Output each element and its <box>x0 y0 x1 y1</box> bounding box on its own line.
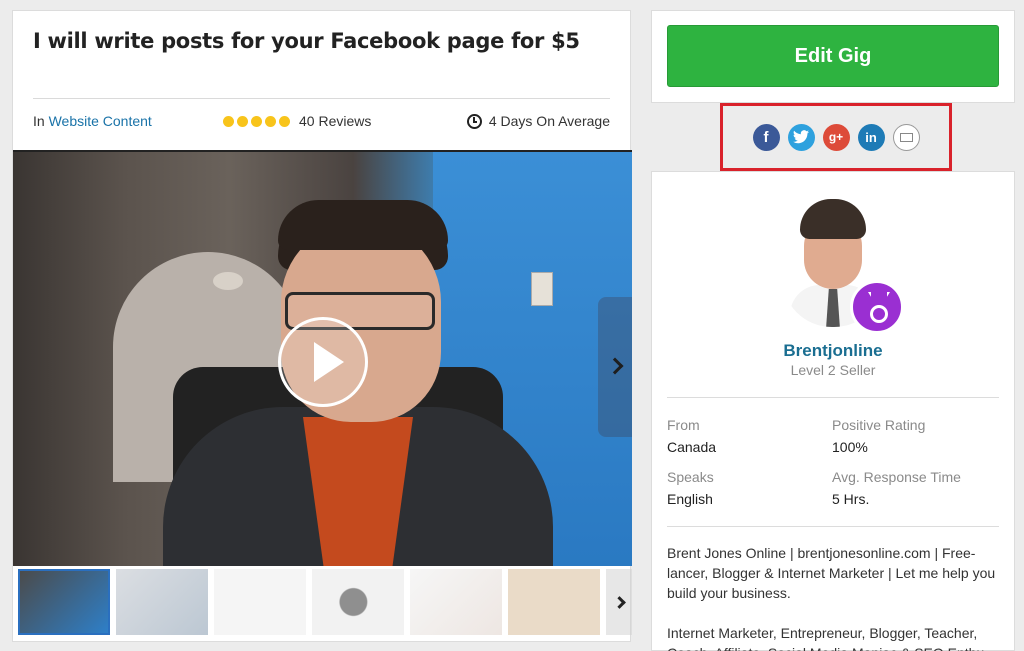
delivery-time: 4 Days On Average <box>466 113 610 129</box>
facebook-icon[interactable]: f <box>752 123 780 151</box>
star-icon <box>251 115 262 127</box>
share-icons-highlight: f g+ in <box>720 103 952 171</box>
clock-icon <box>466 113 482 129</box>
star-icon <box>223 115 234 127</box>
video-person-hair-top <box>278 200 448 250</box>
category-link[interactable]: Website Content <box>49 113 152 129</box>
envelope-glyph <box>899 132 913 142</box>
response-time-label: Avg. Response Time <box>832 469 961 485</box>
star-icon <box>279 115 290 127</box>
avatar-hair <box>800 199 866 239</box>
google-plus-icon[interactable]: g+ <box>822 123 850 151</box>
gig-meta-row: In Website Content 40 Reviews 4 Days On … <box>33 113 610 133</box>
thumbnail-strip <box>18 569 632 637</box>
seller-level: Level 2 Seller <box>790 362 876 378</box>
video-background-switch <box>531 272 553 306</box>
gig-card: I will write posts for your Facebook pag… <box>12 10 632 642</box>
reviews-count[interactable]: 40 Reviews <box>299 113 371 129</box>
email-icon[interactable] <box>892 123 920 151</box>
from-label: From <box>667 417 700 433</box>
category-prefix: In <box>33 113 45 129</box>
delivery-label: 4 Days On Average <box>488 113 610 129</box>
seller-profile-card: Brentjonline Level 2 Seller From Canada … <box>651 171 1015 651</box>
video-background-lamp <box>213 272 243 290</box>
thumbnail-image[interactable] <box>116 569 208 635</box>
thumbnail-image[interactable] <box>508 569 600 635</box>
thumbnail-video[interactable] <box>18 569 110 635</box>
divider <box>667 397 999 398</box>
response-time-value: 5 Hrs. <box>832 491 870 507</box>
level-badge-icon <box>850 280 904 334</box>
rating[interactable]: 40 Reviews <box>223 113 371 129</box>
edit-gig-button[interactable]: Edit Gig <box>667 25 999 87</box>
seller-bio: Brent Jones Online | brentjonesonline.co… <box>667 545 996 601</box>
edit-card: Edit Gig <box>651 10 1015 103</box>
twitter-bird-glyph <box>793 130 809 144</box>
category: In Website Content <box>33 113 152 129</box>
gig-video[interactable] <box>13 150 632 566</box>
positive-rating-value: 100% <box>832 439 868 455</box>
speaks-value: English <box>667 491 713 507</box>
play-icon[interactable] <box>278 317 368 407</box>
next-slide-button[interactable] <box>598 297 632 437</box>
thumbnail-image[interactable] <box>312 569 404 635</box>
seller-description: Internet Marketer, Entrepreneur, Blogger… <box>667 625 984 651</box>
star-icon <box>265 115 276 127</box>
medal-icon <box>866 292 888 323</box>
divider <box>667 526 999 527</box>
star-icon <box>237 115 248 127</box>
positive-rating-label: Positive Rating <box>832 417 926 433</box>
divider <box>33 98 610 99</box>
speaks-label: Speaks <box>667 469 714 485</box>
linkedin-icon[interactable]: in <box>857 123 885 151</box>
seller-name[interactable]: Brentjonline <box>652 341 1014 361</box>
from-value: Canada <box>667 439 717 455</box>
thumbnail-image[interactable] <box>410 569 502 635</box>
gig-title: I will write posts for your Facebook pag… <box>33 29 580 53</box>
twitter-icon[interactable] <box>787 123 815 151</box>
thumbnail-image[interactable] <box>214 569 306 635</box>
